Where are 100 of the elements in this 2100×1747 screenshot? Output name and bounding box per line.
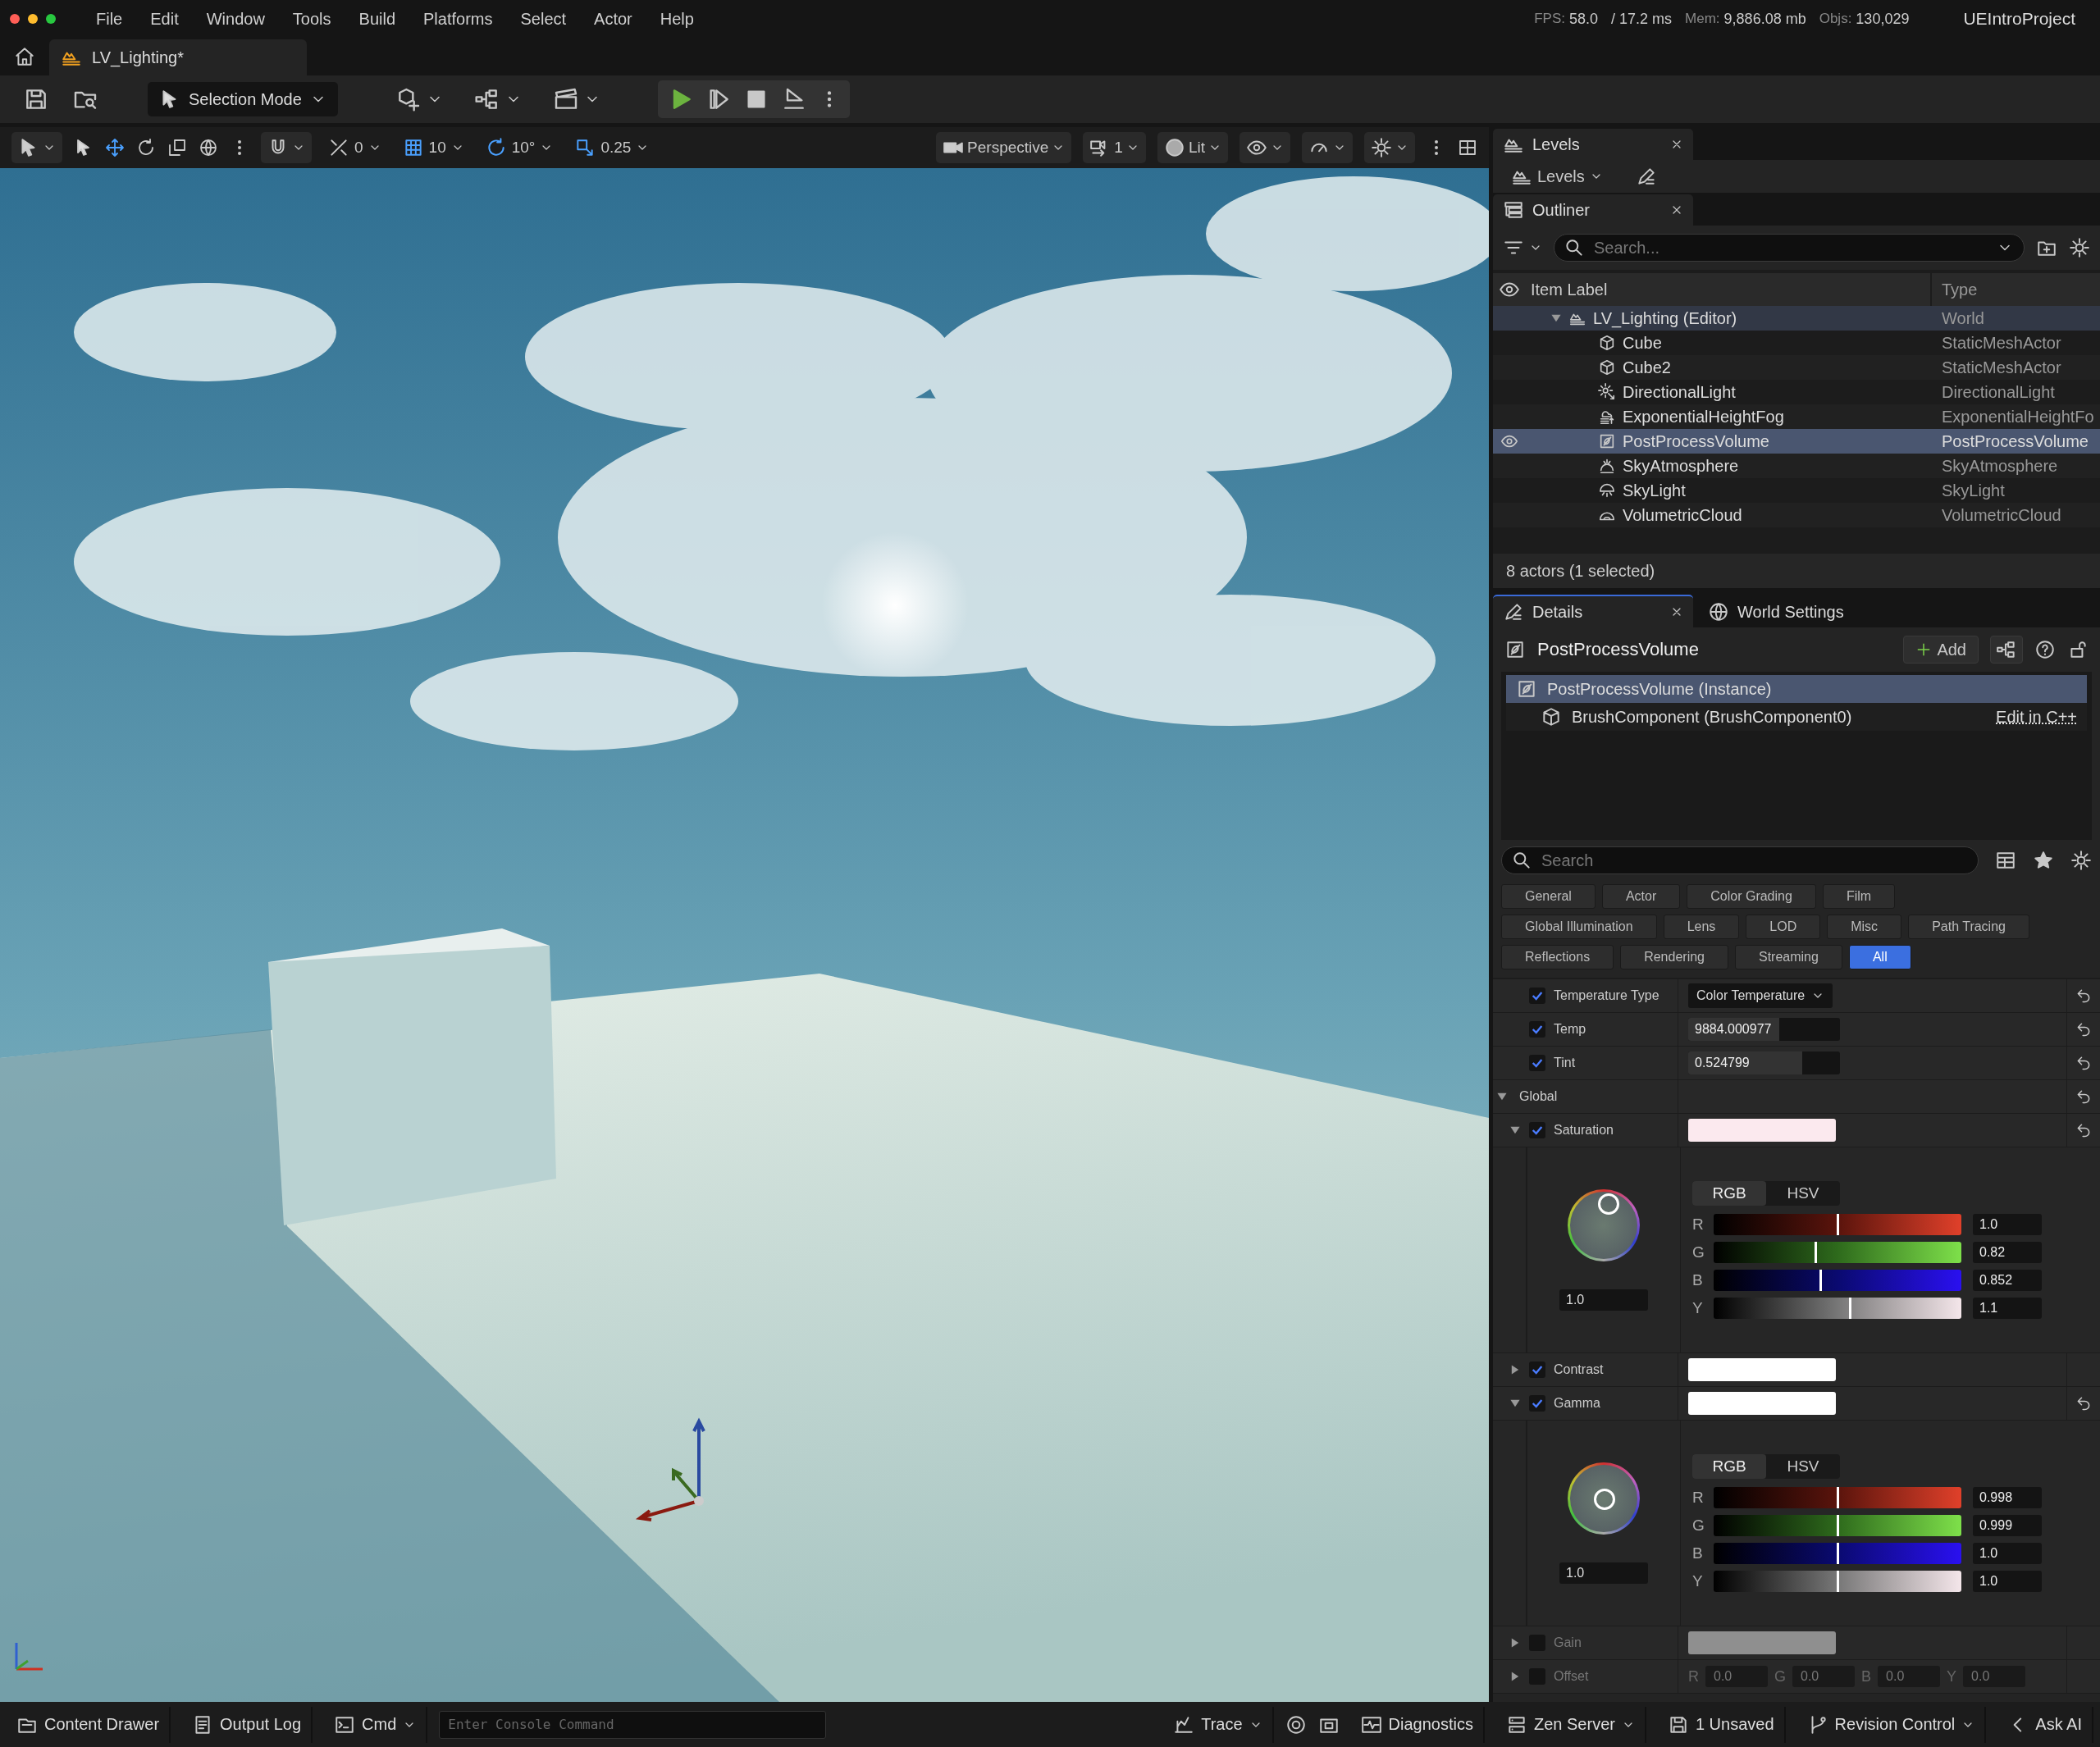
checkbox[interactable] [1529, 1055, 1545, 1071]
outliner-row[interactable]: Cube StaticMeshActor [1493, 331, 2100, 355]
levels-dropdown[interactable]: Levels [1511, 166, 1603, 187]
category-filter[interactable]: Lens [1663, 915, 1740, 939]
channel-slider[interactable] [1714, 1270, 1961, 1291]
add-button[interactable]: Add [1903, 636, 1979, 664]
layout-icon[interactable] [1458, 138, 1477, 157]
select-mode-dropdown[interactable] [11, 132, 62, 163]
reset-icon[interactable] [2075, 1122, 2092, 1138]
number-field[interactable]: 1.0 [1559, 1562, 1648, 1584]
component-row[interactable]: BrushComponent (BrushComponent0) Edit in C++ [1506, 703, 2087, 731]
channel-slider[interactable] [1714, 1571, 1961, 1592]
search-field[interactable]: Search [1501, 846, 1979, 874]
reset-icon[interactable] [2075, 988, 2092, 1004]
number-field[interactable]: 0.82 [1973, 1242, 2042, 1263]
outliner-row[interactable]: VolumetricCloud VolumetricCloud [1493, 503, 2100, 527]
menu-item[interactable]: Edit [136, 9, 193, 29]
slider-thumb[interactable] [1819, 1270, 1822, 1291]
camera-speed-dropdown[interactable]: 1 [1083, 132, 1146, 163]
category-filter[interactable]: Global Illumination [1501, 915, 1657, 939]
search-field[interactable]: Search... [1554, 234, 2025, 262]
outliner-tab[interactable]: Outliner [1493, 194, 1693, 226]
number-field[interactable]: 0.0 [1878, 1666, 1941, 1687]
channel-slider[interactable] [1714, 1214, 1961, 1235]
outliner-row[interactable]: SkyLight SkyLight [1493, 478, 2100, 503]
number-field[interactable]: 1.0 [1559, 1289, 1648, 1311]
menu-item[interactable]: Platforms [409, 9, 507, 29]
column-header[interactable]: Type [1932, 273, 2100, 306]
menu-item[interactable]: Help [646, 9, 708, 29]
menu-item[interactable]: File [82, 9, 137, 29]
color-swatch[interactable] [1688, 1358, 1836, 1381]
status-button[interactable]: Content Drawer [7, 1706, 171, 1743]
number-field[interactable]: 0.0 [1705, 1666, 1768, 1687]
reset-icon[interactable] [2075, 1088, 2092, 1105]
show-dropdown[interactable] [1239, 132, 1290, 163]
number-field[interactable]: 1.0 [1973, 1214, 2042, 1235]
category-filter[interactable]: LOD [1746, 915, 1821, 939]
snap-dropdown[interactable] [261, 132, 312, 163]
settings-icon[interactable] [2070, 850, 2092, 871]
number-field[interactable]: 1.0 [1973, 1571, 2042, 1592]
category-filter[interactable]: Streaming [1735, 945, 1842, 969]
number-field[interactable]: 1.0 [1973, 1543, 2042, 1564]
number-field[interactable]: 0.998 [1973, 1487, 2042, 1508]
details-tab[interactable]: Details [1493, 595, 1693, 627]
checkbox[interactable] [1529, 988, 1545, 1004]
mode-dropdown[interactable]: Selection Mode [148, 82, 338, 116]
category-filter[interactable]: Rendering [1620, 945, 1728, 969]
outliner-row[interactable]: DirectionalLight DirectionalLight [1493, 380, 2100, 404]
slider-thumb[interactable] [1837, 1543, 1839, 1564]
channel-slider[interactable] [1714, 1515, 1961, 1536]
number-field[interactable]: 9884.000977 [1688, 1018, 1840, 1041]
view-mode-dropdown[interactable]: Lit [1157, 132, 1228, 163]
mode-tab[interactable]: HSV [1766, 1454, 1840, 1479]
mode-tab[interactable]: RGB [1692, 1454, 1766, 1479]
outliner-row[interactable]: ExponentialHeightFog ExponentialHeightFo [1493, 404, 2100, 429]
category-filter[interactable]: Actor [1601, 884, 1681, 909]
category-filter[interactable]: Color Grading [1687, 884, 1816, 909]
move-tool-icon[interactable] [105, 138, 125, 157]
number-field[interactable]: 0.524799 [1688, 1051, 1840, 1074]
category-filter[interactable]: Path Tracing [1908, 915, 2029, 939]
reset-icon[interactable] [2075, 1021, 2092, 1038]
mode-tab[interactable]: HSV [1766, 1181, 1840, 1206]
perspective-dropdown[interactable]: Perspective [936, 132, 1072, 163]
status-button[interactable]: 1 Unsaved [1657, 1706, 1786, 1743]
channel-slider[interactable] [1714, 1242, 1961, 1263]
menu-item[interactable]: Actor [580, 9, 646, 29]
menu-item[interactable]: Tools [278, 9, 345, 29]
number-field[interactable]: 0.999 [1973, 1515, 2042, 1536]
table-icon[interactable] [1995, 850, 2016, 871]
outliner-row[interactable]: LV_Lighting (Editor) World [1493, 306, 2100, 331]
rotate-tool-icon[interactable] [136, 138, 156, 157]
slider-thumb[interactable] [1849, 1298, 1852, 1319]
menu-item[interactable]: Select [506, 9, 581, 29]
settings-dropdown[interactable] [1364, 132, 1415, 163]
checkbox[interactable] [1529, 1395, 1545, 1412]
help-icon[interactable] [2034, 639, 2056, 660]
scale-tool-icon[interactable] [167, 138, 187, 157]
slider-thumb[interactable] [1837, 1214, 1839, 1235]
status-button[interactable]: Zen Server [1496, 1706, 1646, 1743]
console-input[interactable]: Enter Console Command [439, 1710, 827, 1739]
channel-slider[interactable] [1714, 1487, 1961, 1508]
number-field[interactable]: 1.1 [1973, 1298, 2042, 1319]
snap-setting[interactable]: 10 [397, 137, 469, 158]
checkbox[interactable] [1529, 1021, 1545, 1038]
component-row[interactable]: PostProcessVolume (Instance) [1506, 675, 2087, 703]
status-button[interactable]: Cmd [324, 1706, 428, 1743]
slider-thumb[interactable] [1814, 1242, 1817, 1263]
channel-slider[interactable] [1714, 1543, 1961, 1564]
outliner-row[interactable]: PostProcessVolume PostProcessVolume [1493, 429, 2100, 454]
channel-slider[interactable] [1714, 1298, 1961, 1319]
color-swatch[interactable] [1688, 1119, 1836, 1142]
category-filter[interactable]: Film [1822, 884, 1896, 909]
hierarchy-button[interactable] [1990, 636, 2023, 664]
window-controls-icon[interactable] [8, 12, 57, 25]
status-button[interactable]: Revision Control [1796, 1706, 1987, 1743]
outliner-row[interactable]: SkyAtmosphere SkyAtmosphere [1493, 454, 2100, 478]
settings-icon[interactable] [2069, 237, 2090, 258]
color-swatch[interactable] [1688, 1631, 1836, 1654]
world-settings-tab[interactable]: World Settings [1698, 596, 1854, 627]
category-filter[interactable]: All [1848, 945, 1911, 969]
